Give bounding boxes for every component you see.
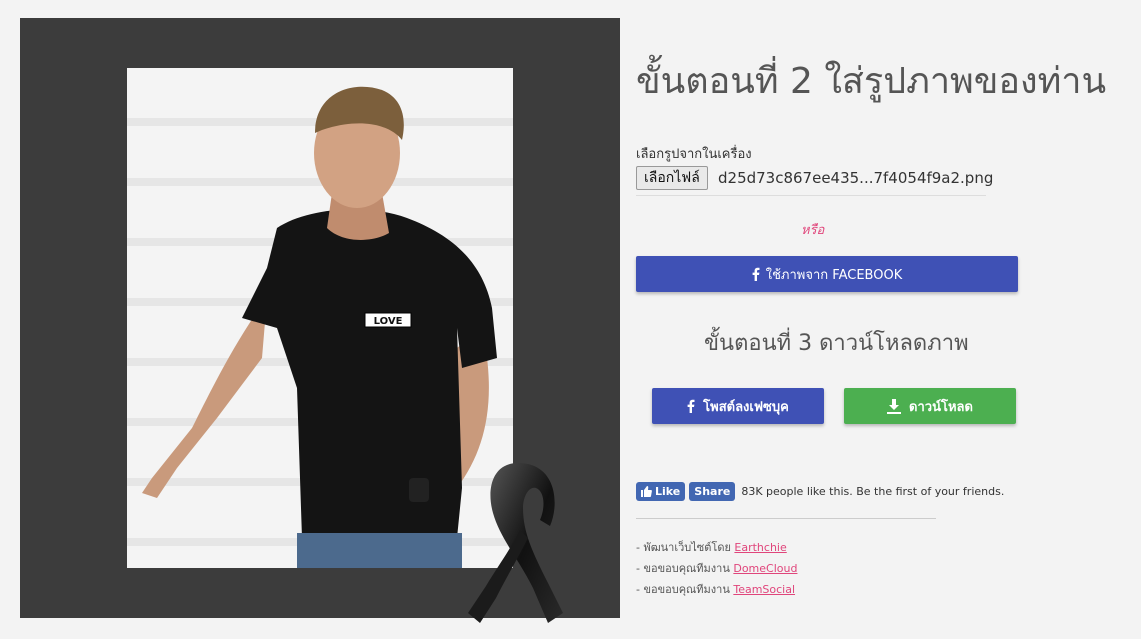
credits-list: - พัฒนาเว็บไซต์โดย Earthchie - ขอขอบคุณท…	[636, 537, 797, 600]
controls-panel: ขั้นตอนที่ 2 ใส่รูปภาพของท่าน เลือกรูปจา…	[636, 0, 1116, 639]
facebook-share-button[interactable]: Share	[689, 481, 736, 501]
credit-link-earthchie[interactable]: Earthchie	[734, 541, 786, 554]
credit-link-teamsocial[interactable]: TeamSocial	[733, 583, 795, 596]
credit-link-domecloud[interactable]: DomeCloud	[733, 562, 797, 575]
selected-file-name: d25d73c867ee435...7f4054f9a2.png	[718, 169, 994, 187]
facebook-icon	[687, 399, 695, 413]
credit-line: - พัฒนาเว็บไซต์โดย Earthchie	[636, 537, 797, 558]
credit-line: - ขอขอบคุณทีมงาน TeamSocial	[636, 579, 797, 600]
credit-prefix: - ขอขอบคุณทีมงาน	[636, 562, 734, 575]
facebook-like-button[interactable]: Like	[636, 481, 686, 501]
uploaded-photo: LOVE	[127, 68, 513, 568]
facebook-like-count-text: 83K people like this. Be the first of yo…	[741, 484, 1005, 498]
thumbs-up-icon	[641, 485, 652, 497]
post-to-facebook-button[interactable]: โพสต์ลงเฟซบุค	[652, 388, 824, 424]
choose-file-button[interactable]: เลือกไฟล์	[636, 166, 708, 190]
use-facebook-photo-label: ใช้ภาพจาก FACEBOOK	[765, 267, 903, 283]
divider	[636, 518, 936, 519]
credit-prefix: - ขอขอบคุณทีมงาน	[636, 583, 734, 596]
credit-prefix: - พัฒนาเว็บไซต์โดย	[636, 541, 735, 554]
file-upload-input[interactable]: เลือกไฟล์ d25d73c867ee435...7f4054f9a2.p…	[636, 166, 993, 196]
use-facebook-photo-button[interactable]: ใช้ภาพจาก FACEBOOK	[636, 256, 1018, 292]
file-upload-label: เลือกรูปจากในเครื่อง	[636, 147, 752, 162]
credit-line: - ขอขอบคุณทีมงาน DomeCloud	[636, 558, 797, 579]
step3-title: ขั้นตอนที่ 3 ดาวน์โหลดภาพ	[704, 331, 969, 356]
facebook-share-label: Share	[694, 484, 731, 498]
download-label: ดาวน์โหลด	[909, 399, 973, 415]
facebook-like-label: Like	[655, 484, 681, 498]
mourning-ribbon-icon	[468, 458, 568, 628]
step2-title: ขั้นตอนที่ 2 ใส่รูปภาพของท่าน	[636, 61, 1107, 102]
download-button[interactable]: ดาวน์โหลด	[844, 388, 1016, 424]
post-to-facebook-label: โพสต์ลงเฟซบุค	[703, 399, 789, 415]
or-divider-text: หรือ	[801, 223, 825, 238]
image-preview-panel: LOVE	[20, 18, 620, 623]
shirt-love-text: LOVE	[374, 316, 403, 327]
download-icon	[887, 398, 902, 414]
facebook-icon	[752, 267, 760, 281]
facebook-like-widget: Like Share 83K people like this. Be the …	[636, 481, 1004, 501]
